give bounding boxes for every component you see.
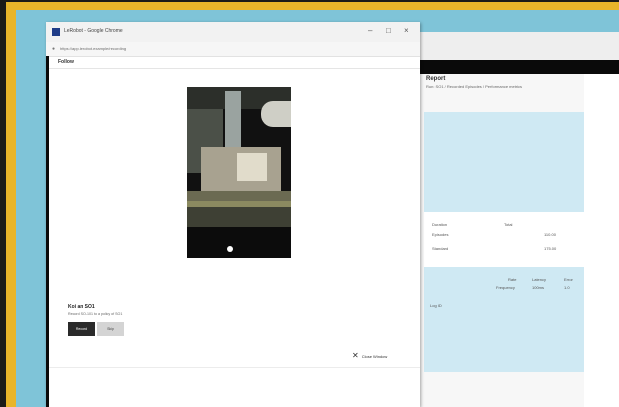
robot-gripper xyxy=(237,153,267,181)
report-row-label: Standard xyxy=(432,246,449,251)
divider xyxy=(49,367,420,368)
table-cell: 100ms xyxy=(532,285,545,290)
report-row-label: Duration xyxy=(432,222,448,227)
report-row-col: Total xyxy=(504,222,513,227)
table-header: Error xyxy=(564,277,573,282)
close-window-icon[interactable]: × xyxy=(404,26,409,36)
episode-description: Record SO-101 to a policy of SO1 xyxy=(68,312,123,316)
video-bottom xyxy=(187,227,291,258)
url-text[interactable]: https://app.lerobot.example/recording xyxy=(60,46,126,51)
address-bar[interactable]: ● https://app.lerobot.example/recording xyxy=(46,42,420,57)
background-window-titlebar xyxy=(388,32,619,60)
sidebar-accent xyxy=(46,56,49,407)
report-card: Duration Total Episodes 110.00 Standard … xyxy=(424,212,584,267)
table-header: Latency xyxy=(532,277,547,282)
close-window-label: Close Window xyxy=(361,353,388,359)
robot-part xyxy=(261,101,291,127)
video-region xyxy=(187,207,291,227)
lock-icon: ● xyxy=(52,46,56,52)
window-title: LeRobot - Google Chrome xyxy=(64,28,123,34)
report-subtitle: Run: SO1 / Recorded Episodes / Performan… xyxy=(426,84,523,89)
window-titlebar[interactable]: LeRobot - Google Chrome – □ × xyxy=(46,22,420,42)
report-row-label: Episodes xyxy=(432,232,449,237)
report-panel-bottom: Rate Latency Error Frequency 100ms 1.0 L… xyxy=(424,267,584,372)
table-edge xyxy=(187,191,291,201)
background-window-sidepane xyxy=(584,74,619,407)
tab-strip: Follow xyxy=(49,56,420,69)
table-cell: 1.0 xyxy=(564,285,570,290)
play-indicator-icon[interactable] xyxy=(227,246,233,252)
report-title: Report xyxy=(426,76,446,82)
report-panel-top xyxy=(424,112,584,212)
table-header: Rate xyxy=(508,277,517,282)
app-window[interactable]: LeRobot - Google Chrome – □ × ● https://… xyxy=(46,22,420,407)
maximize-button[interactable]: □ xyxy=(386,26,391,36)
skip-button[interactable]: Skip xyxy=(97,322,124,336)
report-row-value: 110.00 xyxy=(544,232,556,237)
close-window-button[interactable]: ✕ Close Window xyxy=(352,350,410,362)
record-button[interactable]: Record xyxy=(68,322,95,336)
screen-frame: Report Run: SO1 / Recorded Episodes / Pe… xyxy=(6,2,619,407)
background-window[interactable]: Report Run: SO1 / Recorded Episodes / Pe… xyxy=(388,32,619,407)
report-row-value: 175.00 xyxy=(544,246,557,251)
close-icon: ✕ xyxy=(352,351,359,360)
minimize-button[interactable]: – xyxy=(368,26,372,36)
camera-video[interactable] xyxy=(187,87,291,258)
episode-title: Koi an SO1 xyxy=(68,304,95,310)
app-icon xyxy=(52,28,60,36)
background-window-header xyxy=(388,60,619,74)
tab-follow[interactable]: Follow xyxy=(58,59,74,65)
table-footnote: Log ID xyxy=(430,303,442,308)
desktop: Report Run: SO1 / Recorded Episodes / Pe… xyxy=(16,10,619,407)
table-cell: Frequency xyxy=(496,285,515,290)
